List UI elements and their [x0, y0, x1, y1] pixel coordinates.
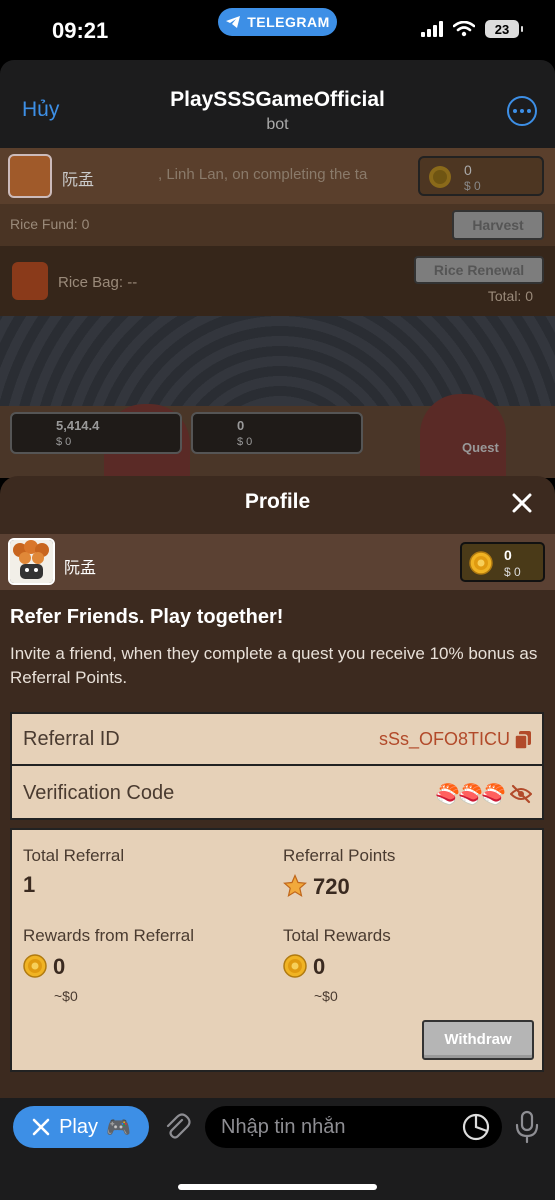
verification-row: Verification Code 🍣🍣🍣 [12, 768, 542, 820]
coin-icon [429, 166, 451, 188]
eye-off-icon[interactable] [510, 784, 532, 804]
play-button[interactable]: Play 🎮 [13, 1106, 149, 1148]
signal-icon [421, 21, 443, 37]
game-stat-2-usd: $ 0 [237, 436, 253, 448]
referral-points-value: 720 [313, 874, 350, 899]
close-icon[interactable] [509, 490, 535, 516]
game-pattern [0, 316, 555, 406]
total-referral-label: Total Referral [23, 846, 125, 865]
referral-stats-card: Total Referral 1 Referral Points 720 Rew… [10, 828, 544, 1072]
game-coin-box: 0 $ 0 [418, 156, 544, 196]
refer-title: Refer Friends. Play together! [10, 606, 284, 628]
coin-icon [23, 954, 47, 978]
coin-icon [469, 551, 493, 575]
bot-title: PlaySSSGameOfficial [170, 88, 385, 111]
battery-icon: 23 [485, 20, 523, 38]
sticker-icon[interactable] [462, 1113, 490, 1141]
telegram-pill[interactable]: TELEGRAM [218, 8, 337, 36]
telegram-header: Hủy PlaySSSGameOfficial bot [0, 60, 555, 148]
game-avatar [8, 154, 52, 198]
game-background: 阮孟 , Linh Lan, on completing the ta 0 $ … [0, 148, 555, 478]
microphone-icon[interactable] [514, 1110, 540, 1144]
profile-sheet: Profile 阮孟 0 $ 0 Refer Friends. Play tog… [0, 476, 555, 1098]
quest-button[interactable]: Quest [462, 440, 499, 455]
rewards-label: Rewards from Referral [23, 926, 194, 945]
game-stat-1-value: 5,414.4 [56, 418, 100, 433]
status-icons: 23 [421, 20, 523, 38]
message-input[interactable] [205, 1106, 502, 1148]
game-marquee: , Linh Lan, on completing the ta [158, 166, 368, 183]
rice-fund: Rice Fund: 0 [10, 216, 90, 232]
coin-value: 0 [504, 547, 512, 563]
total-rewards-usd: ~$0 [314, 988, 338, 1004]
lantern-right [420, 394, 506, 478]
username: 阮孟 [64, 560, 97, 577]
rewards-value: 0 [53, 954, 66, 979]
copy-icon[interactable] [514, 730, 532, 750]
harvest-button[interactable]: Harvest [452, 210, 544, 240]
avatar[interactable] [8, 538, 55, 585]
game-stat-2-value: 0 [237, 418, 245, 433]
home-indicator [178, 1184, 377, 1190]
game-stat-1-usd: $ 0 [56, 436, 72, 448]
referral-points-label: Referral Points [283, 846, 396, 865]
profile-bar: 阮孟 0 $ 0 [0, 534, 555, 590]
coin-usd: $ 0 [504, 565, 521, 579]
wifi-icon [453, 21, 475, 37]
avatar-image [10, 540, 53, 583]
verification-code: 🍣🍣🍣 [435, 784, 506, 806]
game-stat-1: 5,414.4 $ 0 [10, 412, 182, 454]
rice-bag: Rice Bag: -- [58, 274, 138, 291]
clock: 09:21 [52, 18, 109, 43]
close-icon [32, 1118, 50, 1136]
coin-balance: 0 $ 0 [460, 542, 545, 582]
status-bar: 09:21 TELEGRAM 23 [0, 0, 555, 60]
rice-total: Total: 0 [487, 288, 533, 304]
star-icon [283, 874, 307, 898]
verification-label: Verification Code [23, 782, 175, 804]
more-options-button[interactable] [507, 96, 537, 126]
play-label: Play [59, 1115, 98, 1138]
coin-icon [283, 954, 307, 978]
game-coin-value: 0 [464, 162, 472, 178]
rewards-usd: ~$0 [54, 988, 78, 1004]
withdraw-button[interactable]: Withdraw [422, 1020, 534, 1060]
referral-id-label: Referral ID [23, 728, 120, 750]
total-referral-value: 1 [23, 872, 36, 897]
telegram-pill-label: TELEGRAM [247, 14, 330, 30]
game-stat-2: 0 $ 0 [191, 412, 363, 454]
refer-description: Invite a friend, when they complete a qu… [10, 644, 538, 687]
game-coin-usd: $ 0 [464, 179, 481, 193]
referral-info-card: Referral ID sSs_OFO8TICU Verification Co… [10, 712, 544, 820]
rice-renewal-button[interactable]: Rice Renewal [414, 256, 544, 284]
referral-id-value: sSs_OFO8TICU [378, 729, 510, 749]
rice-bag-icon [12, 262, 48, 300]
gamepad-icon: 🎮 [106, 1116, 131, 1139]
game-player-name: 阮孟 [62, 172, 95, 189]
profile-title: Profile [244, 490, 311, 513]
bot-subtitle: bot [266, 116, 289, 133]
telegram-icon [226, 16, 241, 28]
total-rewards-value: 0 [313, 954, 326, 979]
total-rewards-label: Total Rewards [283, 926, 391, 945]
paperclip-icon[interactable] [162, 1112, 192, 1142]
referral-id-row: Referral ID sSs_OFO8TICU [12, 714, 542, 766]
